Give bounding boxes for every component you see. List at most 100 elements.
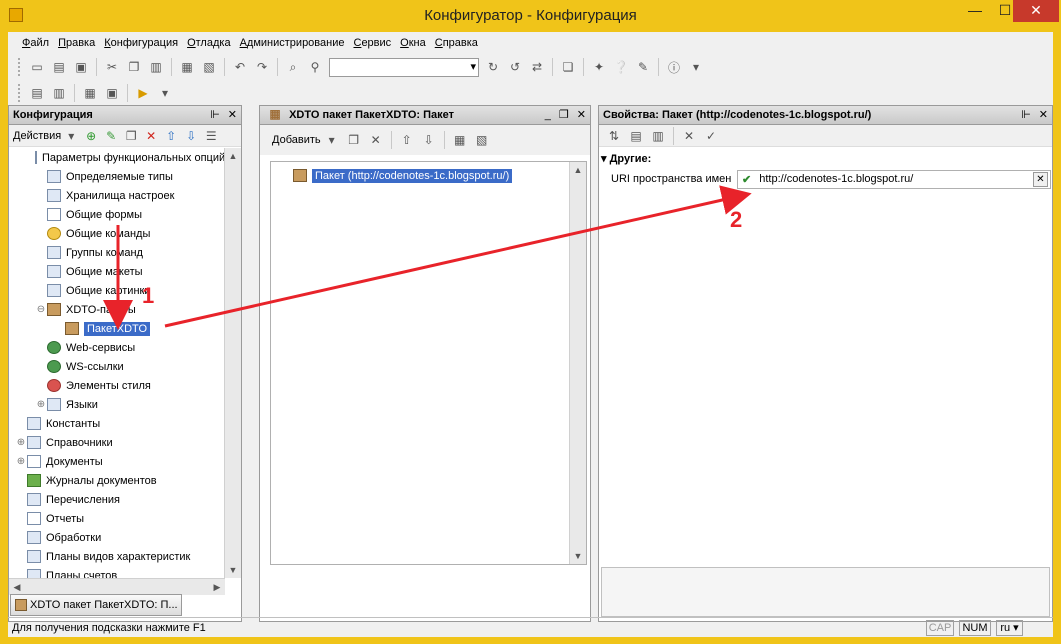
tree-item-label[interactable]: Справочники	[46, 437, 113, 449]
tree-item-label[interactable]: Общие формы	[66, 209, 142, 221]
tree-item-label[interactable]: Web-сервисы	[66, 342, 135, 354]
info-icon[interactable]: ⓘ	[666, 59, 682, 75]
replace-icon[interactable]: ⇄	[529, 59, 545, 75]
tree-item[interactable]: ⊖ XDTO-пакеты	[9, 300, 225, 319]
actions-dropdown-icon[interactable]: ▾	[63, 128, 79, 144]
move-up-icon[interactable]: ⇧	[163, 128, 179, 144]
group-collapse-icon[interactable]: ▾	[601, 153, 607, 165]
tree-item[interactable]: Параметры функциональных опций	[9, 148, 225, 167]
tree-item[interactable]: Хранилища настроек	[9, 186, 225, 205]
package-tree-item[interactable]: Пакет (http://codenotes-1c.blogspot.ru/)	[293, 166, 513, 185]
find-next-icon[interactable]: ↻	[485, 59, 501, 75]
tree-vertical-scrollbar[interactable]: ▲ ▼	[224, 148, 241, 578]
close-panel-icon[interactable]: ✕	[1039, 109, 1048, 121]
window-tab-xdto[interactable]: XDTO пакет ПакетXDTO: П...	[10, 594, 182, 616]
delete-icon[interactable]: ✕	[143, 128, 159, 144]
pin-icon[interactable]: ⊩	[210, 109, 220, 121]
tree-item-label[interactable]: Обработки	[46, 532, 101, 544]
open-config-icon[interactable]: ▤	[29, 85, 45, 101]
tree-item-label[interactable]: Параметры функциональных опций	[42, 152, 225, 164]
tree-item[interactable]: Определяемые типы	[9, 167, 225, 186]
menu-administration[interactable]: Администрирование	[240, 37, 345, 49]
import-schema-icon[interactable]: ▦	[452, 132, 468, 148]
undo-icon[interactable]: ↶	[232, 59, 248, 75]
language-indicator[interactable]: ru ▾	[996, 620, 1023, 636]
categorized-icon[interactable]: ▤	[628, 128, 644, 144]
tree-item[interactable]: Журналы документов	[9, 471, 225, 490]
tree-item[interactable]: Web-сервисы	[9, 338, 225, 357]
namespace-uri-value[interactable]: http://codenotes-1c.blogspot.ru/	[759, 173, 913, 185]
tree-item-label[interactable]: XDTO-пакеты	[66, 304, 136, 316]
copy-item-icon[interactable]: ❐	[123, 128, 139, 144]
menu-help[interactable]: Справка	[435, 37, 478, 49]
menu-windows[interactable]: Окна	[400, 37, 426, 49]
menu-debug[interactable]: Отладка	[187, 37, 231, 49]
move-up-icon[interactable]: ⇧	[399, 132, 415, 148]
copy-element-icon[interactable]: ❐	[346, 132, 362, 148]
expand-toggle-icon[interactable]: ⊕	[35, 399, 47, 410]
edit-icon[interactable]: ✎	[103, 128, 119, 144]
tree-item-label[interactable]: Документы	[46, 456, 103, 468]
tree-item[interactable]: ⊕ Языки	[9, 395, 225, 414]
menu-file[interactable]: Файл	[22, 37, 49, 49]
database-update-icon[interactable]: ▦	[82, 85, 98, 101]
save-config-icon[interactable]: ▥	[51, 85, 67, 101]
tree-item-label[interactable]: Группы команд	[66, 247, 143, 259]
tree-item[interactable]: Планы видов характеристик	[9, 547, 225, 566]
open-folder-icon[interactable]: ▤	[51, 59, 67, 75]
tree-item[interactable]: Группы команд	[9, 243, 225, 262]
paste-icon[interactable]: ▥	[148, 59, 164, 75]
run-dropdown-icon[interactable]: ▾	[157, 85, 173, 101]
add-dropdown-icon[interactable]: ▾	[324, 132, 340, 148]
close-button[interactable]: ✕	[1013, 0, 1059, 22]
print-preview-icon[interactable]: ▧	[201, 59, 217, 75]
tree-horizontal-scrollbar[interactable]: ◀ ▶	[9, 578, 225, 595]
add-menu[interactable]: Добавить	[272, 134, 321, 146]
tree-item-label[interactable]: Отчеты	[46, 513, 84, 525]
tree-item[interactable]: Перечисления	[9, 490, 225, 509]
expand-toggle-icon[interactable]: ⊕	[15, 437, 27, 448]
tree-item[interactable]: Обработки	[9, 528, 225, 547]
tree-item[interactable]: Общие макеты	[9, 262, 225, 281]
search-icon[interactable]: ⚲	[307, 59, 323, 75]
toolbar-dropdown-icon[interactable]: ▾	[688, 59, 704, 75]
tree-item-label[interactable]: Элементы стиля	[66, 380, 151, 392]
tree-item-label[interactable]: Общие команды	[66, 228, 150, 240]
copy-icon[interactable]: ❐	[126, 59, 142, 75]
tree-item[interactable]: Элементы стиля	[9, 376, 225, 395]
scroll-up-arrow-icon[interactable]: ▲	[225, 148, 241, 164]
filter-icon[interactable]: ▥	[650, 128, 666, 144]
property-group-other[interactable]: ▾ Другие:	[601, 152, 651, 165]
scroll-up-arrow-icon[interactable]: ▲	[570, 162, 586, 178]
tree-item[interactable]: Общие картинки	[9, 281, 225, 300]
sort-alphabetical-icon[interactable]: ⇅	[606, 128, 622, 144]
redo-icon[interactable]: ↷	[254, 59, 270, 75]
xdto-vertical-scrollbar[interactable]: ▲ ▼	[569, 162, 586, 564]
cancel-edit-icon[interactable]: ✕	[681, 128, 697, 144]
tree-item[interactable]: Константы	[9, 414, 225, 433]
delete-element-icon[interactable]: ✕	[368, 132, 384, 148]
apply-edit-icon[interactable]: ✓	[703, 128, 719, 144]
package-item-label[interactable]: Пакет (http://codenotes-1c.blogspot.ru/)	[312, 168, 513, 183]
add-icon[interactable]: ⊕	[83, 128, 99, 144]
run-debug-icon[interactable]: ▶	[135, 85, 151, 101]
syntax-helper-icon[interactable]: ❔	[613, 59, 629, 75]
new-file-icon[interactable]: ▭	[29, 59, 45, 75]
scroll-down-arrow-icon[interactable]: ▼	[570, 548, 586, 564]
tree-item-label[interactable]: ПакетXDTO	[84, 321, 151, 336]
print-icon[interactable]: ▦	[179, 59, 195, 75]
actions-menu[interactable]: Действия	[13, 130, 61, 142]
tree-item[interactable]: ⊕ Справочники	[9, 433, 225, 452]
compare-icon[interactable]: ▣	[104, 85, 120, 101]
properties-icon[interactable]: ☰	[203, 128, 219, 144]
tree-item-label[interactable]: Планы видов характеристик	[46, 551, 190, 563]
expand-toggle-icon[interactable]: ⊕	[15, 456, 27, 467]
tree-item-label[interactable]: Определяемые типы	[66, 171, 173, 183]
tree-item-label[interactable]: Хранилища настроек	[66, 190, 174, 202]
close-panel-icon[interactable]: ✕	[577, 109, 586, 121]
tree-item[interactable]: ⊕ Документы	[9, 452, 225, 471]
close-panel-icon[interactable]: ✕	[228, 109, 237, 121]
minimize-button[interactable]: —	[960, 0, 990, 22]
save-icon[interactable]: ▣	[73, 59, 89, 75]
namespace-uri-field[interactable]: ✔ http://codenotes-1c.blogspot.ru/ ✕	[737, 169, 1051, 189]
